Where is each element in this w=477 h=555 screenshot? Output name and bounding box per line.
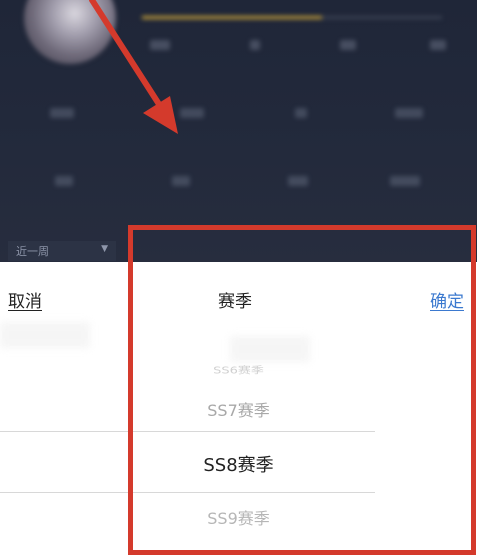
- arrow-icon: [89, 0, 178, 134]
